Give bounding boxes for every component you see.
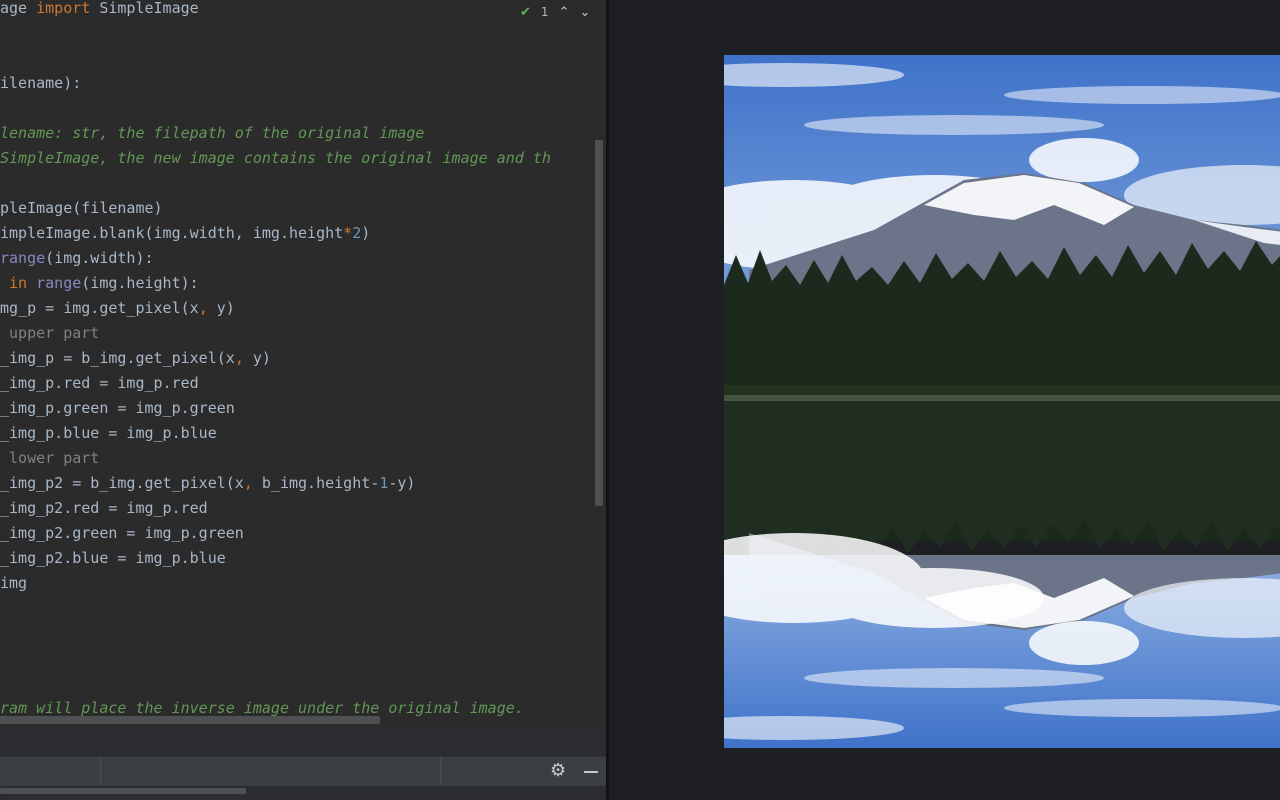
code-line[interactable]: img [0,571,27,596]
code-token: (img.height): [81,274,199,292]
code-line[interactable]: range(img.width): [0,246,154,271]
tool-window-header: ⚙ [0,756,606,786]
code-token: _img_p2 = b_img.get_pixel(x [0,474,244,492]
code-token: impleImage.blank(img.width, img.height [0,224,344,242]
inspection-count: 1 [540,5,549,19]
code-line[interactable]: _img_p.red = img_p.red [0,371,199,396]
reflected-photo-svg [724,55,1280,748]
code-line[interactable]: _img_p = b_img.get_pixel(x, y) [0,346,271,371]
code-token: _img_p.red = img_p.red [0,374,199,392]
code-line[interactable]: _img_p2.green = img_p.green [0,521,244,546]
tool-window-scrollbar[interactable] [0,788,246,794]
code-line[interactable]: _img_p2.blue = img_p.blue [0,546,226,571]
code-token: ilename): [0,74,82,92]
code-token: _img_p2.green = img_p.green [0,524,244,542]
code-token: img [0,574,28,592]
code-line[interactable]: pleImage(filename) [0,196,163,221]
code-token: ) [361,224,371,242]
code-token: , [234,349,244,367]
vertical-scrollbar-thumb[interactable] [595,140,603,506]
code-line[interactable]: mg_p = img.get_pixel(x, y) [0,296,235,321]
code-token: import [36,0,91,17]
code-token: _img_p.green = img_p.green [0,399,235,417]
code-token: pleImage(filename) [0,199,163,217]
code-token: _img_p2.red = img_p.red [0,499,208,517]
code-token: _img_p.blue = img_p.blue [0,424,217,442]
code-token: lename: str, the filepath of the origina… [0,124,425,142]
code-line[interactable]: ram will place the inverse image under t… [0,696,524,716]
minimize-icon[interactable] [584,771,598,773]
code-line[interactable]: lower part [0,446,99,471]
code-line[interactable]: _img_p2.red = img_p.red [0,496,208,521]
code-line[interactable]: ilename): [0,71,81,96]
image-viewer [609,0,1280,800]
code-token: b_img.height- [252,474,380,492]
code-token: upper part [0,324,100,342]
code-token: * [343,224,353,242]
code-token: y) [207,299,235,317]
horizontal-scrollbar-thumb[interactable] [0,716,380,724]
chevron-up-icon[interactable]: ⌃ [559,5,570,20]
code-token: _img_p = b_img.get_pixel(x [0,349,235,367]
code-token: SimpleImage [90,0,199,17]
tool-window-separator [440,757,441,786]
code-line[interactable]: impleImage.blank(img.width, img.height*2… [0,221,370,246]
mountain-lake-reflection-image [724,55,1280,748]
code-token: in [9,274,28,292]
code-area[interactable]: age import SimpleImage ilename): lename: s… [0,0,596,716]
code-token: , [243,474,253,492]
code-token: -y) [388,474,416,492]
code-token: ram will place the inverse image under t… [0,699,524,716]
gear-icon[interactable]: ⚙ [550,760,566,781]
chevron-down-icon[interactable]: ⌄ [579,5,590,20]
code-token: (img.width): [45,249,154,267]
code-token: _img_p2.blue = img_p.blue [0,549,226,567]
code-token: lower part [0,449,100,467]
code-editor[interactable]: age import SimpleImage ilename): lename: s… [0,0,606,800]
tool-window-separator [100,757,101,786]
code-line[interactable]: upper part [0,321,99,346]
code-token: 1 [379,474,389,492]
code-line[interactable]: lename: str, the filepath of the origina… [0,121,424,146]
editor-bottom-area [0,726,606,756]
code-token: 2 [352,224,362,242]
code-line[interactable]: _img_p.blue = img_p.blue [0,421,217,446]
code-line[interactable]: _img_p.green = img_p.green [0,396,235,421]
forest-reflection [724,401,1280,555]
code-line[interactable]: age import SimpleImage [0,0,199,21]
code-token: range [36,274,82,292]
code-token: age [0,0,37,17]
code-line[interactable]: _img_p2 = b_img.get_pixel(x, b_img.heigh… [0,471,415,496]
code-token: range [0,249,46,267]
code-token: SimpleImage, the new image contains the … [0,149,551,167]
code-line[interactable]: SimpleImage, the new image contains the … [0,146,551,171]
check-icon[interactable]: ✔ [520,5,531,20]
inspection-widget[interactable]: ✔ 1 ⌃ ⌄ [520,0,590,24]
code-token: mg_p = img.get_pixel(x [0,299,199,317]
code-line[interactable]: in range(img.height): [0,271,199,296]
code-token: , [198,299,208,317]
code-token: y) [243,349,271,367]
